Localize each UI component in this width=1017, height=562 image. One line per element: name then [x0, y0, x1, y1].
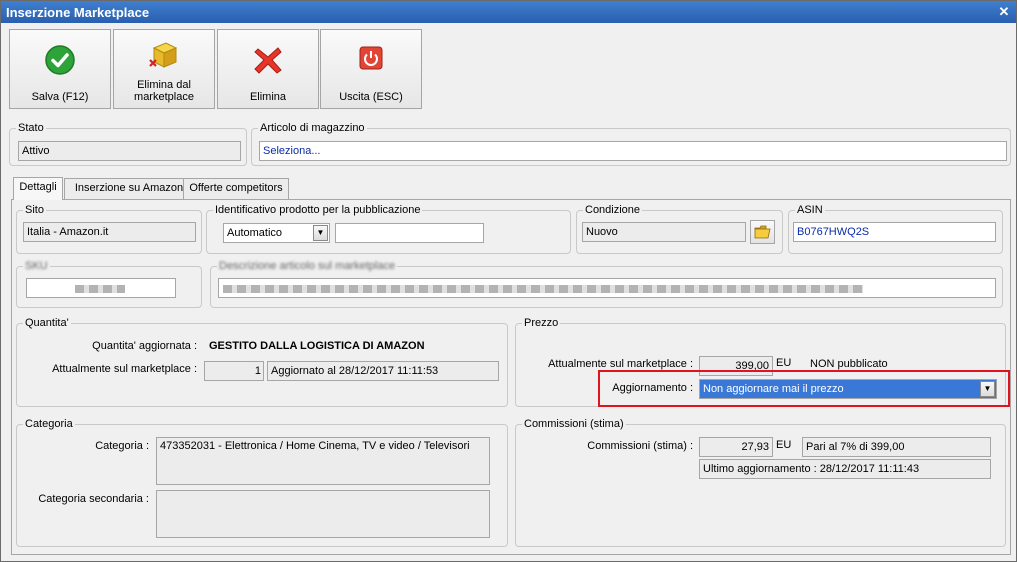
quantity-legend: Quantita' [25, 317, 69, 329]
save-button[interactable]: Salva (F12) [9, 29, 111, 109]
commissions-percentage-text: Pari al 7% di 399,00 [802, 437, 991, 457]
secondary-category-label: Categoria secondaria : [38, 493, 149, 505]
price-legend: Prezzo [524, 317, 559, 329]
delete-button-label: Elimina [249, 91, 287, 103]
exit-button-label: Uscita (ESC) [339, 91, 403, 103]
commissions-currency: EU [776, 439, 792, 451]
updated-quantity-label: Quantita' aggiornata : [92, 340, 197, 352]
exit-button[interactable]: Uscita (ESC) [320, 29, 422, 109]
site-field: Italia - Amazon.it [23, 222, 196, 242]
tab-dettagli[interactable]: Dettagli [13, 177, 63, 200]
status-legend: Stato [18, 122, 44, 134]
asin-field[interactable]: B0767HWQ2S [793, 222, 996, 242]
commissions-field: 27,93 [699, 437, 773, 457]
red-highlight-annotation [598, 370, 1010, 407]
box-remove-icon [114, 42, 214, 76]
tab-inserzione-amazon[interactable]: Inserzione su Amazon [64, 178, 194, 199]
commissions-label: Commissioni (stima) : [587, 440, 693, 452]
current-quantity-field: 1 [204, 361, 264, 381]
close-icon[interactable]: ✕ [996, 4, 1012, 19]
warehouse-article-legend: Articolo di magazzino [260, 122, 365, 134]
folder-icon [754, 225, 771, 239]
price-status-text: NON pubblicato [810, 358, 888, 370]
condition-browse-button[interactable] [750, 220, 775, 244]
category-legend: Categoria [25, 418, 73, 430]
delete-button[interactable]: Elimina [217, 29, 319, 109]
identifier-type-value: Automatico [227, 227, 283, 239]
remove-from-marketplace-button[interactable]: Elimina dal marketplace [113, 29, 215, 109]
sku-legend: SKU [25, 260, 48, 272]
chevron-down-icon[interactable]: ▼ [313, 225, 328, 241]
remove-from-marketplace-label: Elimina dal marketplace [134, 79, 194, 103]
secondary-category-field [156, 490, 490, 538]
checkmark-icon [10, 44, 110, 76]
identifier-value-input[interactable] [335, 223, 484, 243]
category-label: Categoria : [95, 440, 149, 452]
quantity-updated-timestamp: Aggiornato al 28/12/2017 11:11:53 [267, 361, 499, 381]
condition-legend: Condizione [585, 204, 641, 216]
current-quantity-label: Attualmente sul marketplace : [52, 363, 197, 375]
status-field: Attivo [18, 141, 241, 161]
power-icon [321, 44, 421, 76]
identifier-type-select[interactable]: Automatico ▼ [223, 223, 330, 243]
sku-field[interactable] [26, 278, 176, 298]
condition-field: Nuovo [582, 222, 746, 242]
description-legend: Descrizione articolo sul marketplace [219, 260, 396, 272]
asin-legend: ASIN [797, 204, 823, 216]
updated-quantity-value: GESTITO DALLA LOGISTICA DI AMAZON [209, 340, 425, 352]
product-identifier-legend: Identificativo prodotto per la pubblicaz… [215, 204, 421, 216]
description-field[interactable] [218, 278, 996, 298]
delete-x-icon [218, 44, 318, 76]
window-title: Inserzione Marketplace [6, 5, 150, 20]
obscured-description-text [223, 285, 863, 293]
marketplace-listing-window: Inserzione Marketplace ✕ Salva (F12) Eli… [0, 0, 1017, 562]
title-bar: Inserzione Marketplace ✕ [1, 1, 1016, 23]
site-legend: Sito [25, 204, 44, 216]
commissions-last-update: Ultimo aggiornamento : 28/12/2017 11:11:… [699, 459, 991, 479]
tab-offerte-competitors[interactable]: Offerte competitors [183, 178, 289, 199]
current-price-currency: EU [776, 357, 792, 369]
commissions-legend: Commissioni (stima) [524, 418, 624, 430]
category-field: 473352031 - Elettronica / Home Cinema, T… [156, 437, 490, 485]
save-button-label: Salva (F12) [31, 91, 89, 103]
current-price-label: Attualmente sul marketplace : [548, 358, 693, 370]
warehouse-article-selector[interactable]: Seleziona... [259, 141, 1007, 161]
obscured-sku-text [75, 285, 125, 293]
